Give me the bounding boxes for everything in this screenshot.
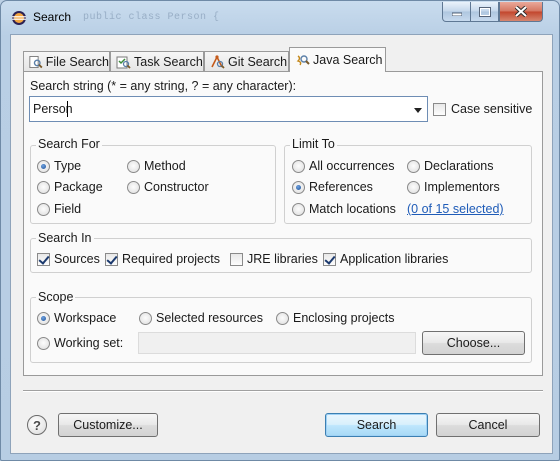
- tab-java-search[interactable]: Java Search: [289, 47, 386, 72]
- limit-match-locations-label: Match locations: [309, 202, 396, 216]
- tab-label: Git Search: [228, 55, 288, 69]
- limit-match-locations-radio[interactable]: [292, 203, 305, 216]
- file-search-icon: [29, 56, 43, 69]
- search-in-jre-libraries-label: JRE libraries: [247, 252, 318, 266]
- window-title: Search: [33, 10, 72, 24]
- limit-all-occurrences-radio[interactable]: [292, 160, 305, 173]
- limit-to-title: Limit To: [290, 137, 337, 151]
- minimize-button[interactable]: [442, 2, 471, 22]
- scope-title: Scope: [36, 290, 76, 304]
- search-button[interactable]: Search: [325, 413, 428, 437]
- choose-button[interactable]: Choose...: [422, 331, 525, 355]
- footer-separator: [23, 390, 543, 392]
- scope-selected-resources-radio[interactable]: [139, 312, 152, 325]
- scope-selected-resources-label: Selected resources: [156, 311, 264, 325]
- maximize-icon: [478, 6, 491, 17]
- java-search-icon: [296, 55, 310, 66]
- tab-label: Java Search: [313, 53, 383, 67]
- search-in-title: Search In: [36, 231, 94, 245]
- minimize-icon: [451, 12, 462, 16]
- search-in-required-projects-checkbox[interactable]: [105, 253, 118, 266]
- scope-working-set-radio[interactable]: [37, 337, 50, 350]
- case-sensitive-checkbox[interactable]: [433, 103, 446, 116]
- search-for-method-label: Method: [144, 159, 186, 173]
- background-code-text: public class Person {: [83, 12, 220, 23]
- tab-task-search[interactable]: Task Search: [110, 51, 204, 72]
- search-for-type-label: Type: [54, 159, 82, 173]
- search-for-title: Search For: [36, 137, 102, 151]
- scope-working-set-label: Working set:: [54, 336, 124, 350]
- case-sensitive-label: Case sensitive: [451, 102, 533, 116]
- help-icon[interactable]: ?: [27, 415, 47, 435]
- search-for-package-radio[interactable]: [37, 181, 50, 194]
- limit-references-radio[interactable]: [292, 181, 305, 194]
- limit-all-occurrences-label: All occurrences: [309, 159, 395, 173]
- search-string-combo[interactable]: Person: [29, 96, 428, 122]
- tab-label: File Search: [45, 55, 109, 69]
- dialog-body: File Search Task Search Git Search Java …: [10, 34, 553, 454]
- eclipse-icon: [12, 11, 26, 25]
- maximize-button[interactable]: [471, 2, 499, 22]
- search-for-constructor-radio[interactable]: [127, 181, 140, 194]
- search-in-required-projects-label: Required projects: [122, 252, 220, 266]
- dropdown-arrow-icon[interactable]: [414, 108, 422, 113]
- search-in-application-libraries-checkbox[interactable]: [323, 253, 336, 266]
- limit-implementors-label: Implementors: [424, 180, 500, 194]
- cancel-button[interactable]: Cancel: [436, 413, 540, 437]
- search-in-application-libraries-label: Application libraries: [340, 252, 449, 266]
- limit-implementors-radio[interactable]: [407, 181, 420, 194]
- title-bar[interactable]: Search public class Person {: [1, 1, 559, 33]
- limit-declarations-radio[interactable]: [407, 160, 420, 173]
- search-in-sources-label: Sources: [54, 252, 100, 266]
- search-for-field-radio[interactable]: [37, 203, 50, 216]
- match-locations-selected-link[interactable]: (0 of 15 selected): [407, 202, 504, 216]
- search-for-field-label: Field: [54, 202, 82, 216]
- git-search-icon: [211, 55, 225, 69]
- customize-button[interactable]: Customize...: [58, 413, 158, 437]
- limit-declarations-label: Declarations: [424, 159, 494, 173]
- search-string-label: Search string (* = any string, ? = any c…: [30, 79, 297, 93]
- scope-enclosing-projects-label: Enclosing projects: [293, 311, 395, 325]
- task-search-icon: [116, 56, 131, 69]
- scope-workspace-label: Workspace: [54, 311, 117, 325]
- tab-bar: File Search Task Search Git Search Java …: [23, 47, 543, 72]
- tab-file-search[interactable]: File Search: [23, 51, 110, 72]
- scope-enclosing-projects-radio[interactable]: [276, 312, 289, 325]
- search-in-jre-libraries-checkbox[interactable]: [230, 253, 243, 266]
- search-for-constructor-label: Constructor: [144, 180, 209, 194]
- search-for-package-label: Package: [54, 180, 103, 194]
- search-in-sources-checkbox[interactable]: [37, 253, 50, 266]
- working-set-field: [138, 332, 416, 354]
- scope-workspace-radio[interactable]: [37, 312, 50, 325]
- close-icon: [515, 6, 527, 17]
- tab-label: Task Search: [134, 55, 203, 69]
- limit-references-label: References: [309, 180, 373, 194]
- tab-git-search[interactable]: Git Search: [204, 51, 289, 72]
- search-dialog: Search public class Person { File Search…: [0, 0, 560, 461]
- search-for-type-radio[interactable]: [37, 160, 50, 173]
- text-cursor: [67, 101, 68, 117]
- search-for-method-radio[interactable]: [127, 160, 140, 173]
- close-button[interactable]: [499, 2, 543, 22]
